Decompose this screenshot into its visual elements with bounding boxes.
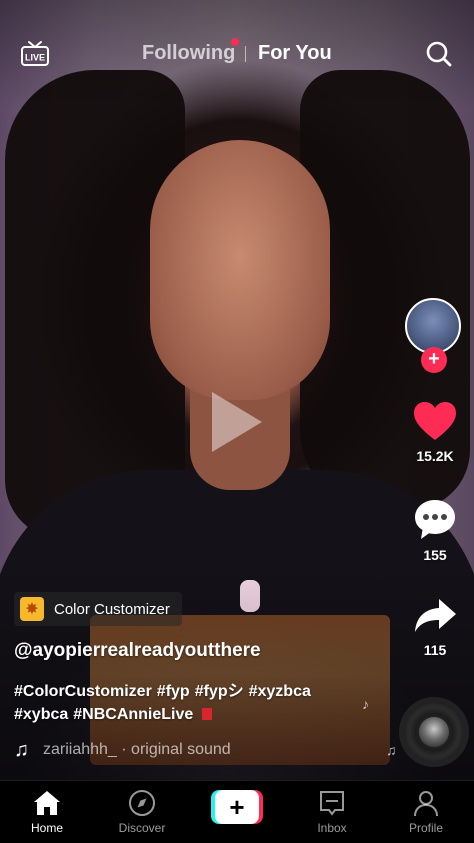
home-icon [34,791,60,815]
hashtag[interactable]: #fyp [157,683,190,700]
creator-avatar[interactable] [405,298,461,354]
live-label: LIVE [25,53,45,63]
like-button[interactable]: 15.2K [405,400,465,464]
effect-tag[interactable]: ✸ Color Customizer [14,592,182,626]
username[interactable]: @ayopierrealreadyoutthere [14,640,261,662]
share-count: 115 [423,642,447,658]
hashtag[interactable]: #xybca [14,706,68,723]
search-icon[interactable] [425,40,453,68]
hashtag[interactable]: #ColorCustomizer [14,683,152,700]
nav-profile-label: Profile [408,821,443,835]
nav-home-label: Home [30,821,63,835]
top-gradient [0,0,474,110]
sound-row[interactable]: ♫ zariiahhh_ · original sound [14,738,384,762]
nav-profile[interactable]: Profile [386,789,466,835]
nav-discover[interactable]: Discover [102,789,182,835]
hashtag[interactable]: #NBCAnnieLive [73,706,193,723]
comment-button[interactable]: 155 [405,497,465,563]
create-button[interactable]: + [211,790,263,824]
person-icon [414,791,438,817]
sparkle-icon: ✸ [20,597,44,621]
music-note-icon: ♫ [386,742,397,758]
sound-disc[interactable] [405,703,463,761]
hashtag[interactable]: #xyzbca [249,683,311,700]
hashtag[interactable]: #fypシ [195,683,244,700]
share-button[interactable]: 115 [405,596,465,658]
effect-label: Color Customizer [54,600,170,618]
nav-home[interactable]: Home [7,789,87,835]
follow-button[interactable]: + [421,347,447,373]
flag-emoji [202,708,213,720]
play-icon[interactable] [212,392,262,452]
music-note-icon: ♫ [14,738,29,761]
comment-count: 155 [423,547,447,563]
caption: #ColorCustomizer #fyp #fypシ #xyzbca #xybca #… [14,680,359,726]
sound-name: zariiahhh_ · original sound [43,741,231,758]
nav-inbox-label: Inbox [317,821,347,835]
like-count: 15.2K [416,448,454,464]
nav-inbox[interactable]: Inbox [292,789,372,835]
tab-following[interactable]: Following [142,42,235,65]
comment-bubble-icon [415,500,455,539]
sound-avatar [419,717,449,747]
heart-icon [414,402,456,440]
live-tv-icon[interactable]: LIVE [20,38,50,68]
plus-icon: + [215,790,259,824]
nav-discover-label: Discover [118,821,166,835]
tab-for-you[interactable]: For You [258,42,332,65]
tab-divider [245,46,246,62]
music-note-icon: ♪ [362,696,369,712]
video-content [150,140,330,400]
compass-icon [129,790,155,816]
share-arrow-icon [415,599,456,632]
notification-dot [231,38,239,46]
inbox-icon [320,791,344,816]
